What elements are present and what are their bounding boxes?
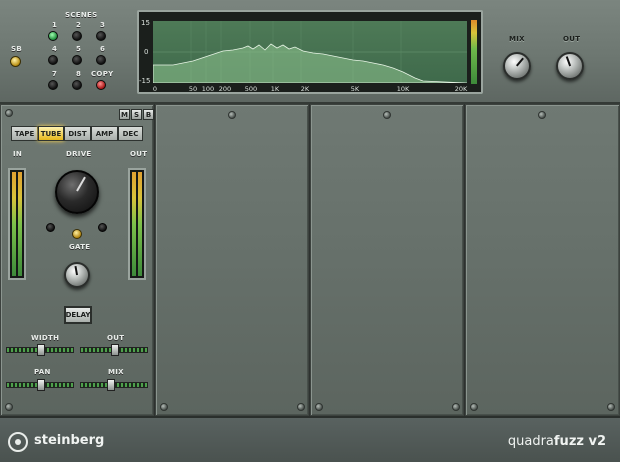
spectrum-x-label: 50 bbox=[188, 85, 198, 93]
pan-slider[interactable] bbox=[6, 379, 74, 391]
mode-tube-button[interactable]: TUBE bbox=[38, 126, 64, 141]
scene-number-5: 5 bbox=[76, 45, 82, 53]
mode-dist-button[interactable]: DIST bbox=[64, 126, 91, 141]
gate-led[interactable] bbox=[72, 229, 82, 239]
mode-m-button[interactable]: M bbox=[119, 109, 130, 120]
spectrum-curve bbox=[153, 21, 467, 83]
spectrum-x-label: 100 bbox=[201, 85, 215, 93]
master-mix-label: MIX bbox=[509, 35, 525, 43]
product-name-part-b: fuzz bbox=[553, 434, 584, 449]
copy-button[interactable] bbox=[96, 80, 106, 90]
top-panel: SCENES SB 1 2 3 4 5 6 7 8 COPY 15 0 -15 bbox=[0, 0, 620, 104]
out-label: OUT bbox=[130, 150, 148, 158]
spectrum-x-label: 2K bbox=[300, 85, 310, 93]
width-label: WIDTH bbox=[31, 334, 60, 342]
drive-side-button-right[interactable] bbox=[98, 223, 107, 232]
steinberg-logo-icon bbox=[8, 432, 28, 452]
scene-number-3: 3 bbox=[100, 21, 106, 29]
mode-s-button[interactable]: S bbox=[131, 109, 142, 120]
spectrum-y-label-top: 15 bbox=[141, 19, 150, 27]
width-slider-thumb[interactable] bbox=[37, 344, 45, 356]
delay-mix-slider[interactable] bbox=[80, 379, 148, 391]
scene-number-2: 2 bbox=[76, 21, 82, 29]
scenes-label: SCENES bbox=[65, 11, 98, 19]
scene-button-7[interactable] bbox=[48, 80, 58, 90]
output-meter bbox=[128, 168, 146, 280]
spectrum-output-meter bbox=[471, 20, 477, 84]
scene-button-5[interactable] bbox=[72, 55, 82, 65]
spectrum-screen bbox=[153, 21, 467, 83]
master-mix-knob[interactable] bbox=[503, 52, 531, 80]
spectrum-x-label: 10K bbox=[396, 85, 410, 93]
spectrum-x-label: 1K bbox=[270, 85, 280, 93]
sb-label: SB bbox=[11, 45, 22, 53]
scene-button-2[interactable] bbox=[72, 31, 82, 41]
screw bbox=[160, 403, 168, 411]
drive-side-button-left[interactable] bbox=[46, 223, 55, 232]
screw bbox=[5, 109, 13, 117]
delay-mix-slider-thumb[interactable] bbox=[107, 379, 115, 391]
gate-label: GATE bbox=[69, 243, 91, 251]
scene-number-1: 1 bbox=[52, 21, 58, 29]
delay-out-label: OUT bbox=[107, 334, 125, 342]
scene-number-8: 8 bbox=[76, 70, 82, 78]
width-slider[interactable] bbox=[6, 344, 74, 356]
module-2-empty bbox=[155, 104, 309, 416]
spectrum-x-label: 200 bbox=[218, 85, 232, 93]
screw bbox=[228, 111, 236, 119]
scene-button-8[interactable] bbox=[72, 80, 82, 90]
scene-button-4[interactable] bbox=[48, 55, 58, 65]
spectrum-y-label-bottom: -15 bbox=[139, 77, 151, 85]
mode-amp-button[interactable]: AMP bbox=[91, 126, 118, 141]
gate-knob[interactable] bbox=[64, 262, 90, 288]
scene-button-3[interactable] bbox=[96, 31, 106, 41]
scene-button-6[interactable] bbox=[96, 55, 106, 65]
delay-out-slider[interactable] bbox=[80, 344, 148, 356]
sb-button[interactable] bbox=[10, 56, 21, 67]
scene-number-4: 4 bbox=[52, 45, 58, 53]
product-version: v2 bbox=[583, 434, 606, 449]
module-3-empty bbox=[310, 104, 464, 416]
screw bbox=[383, 111, 391, 119]
in-label: IN bbox=[13, 150, 23, 158]
scene-number-7: 7 bbox=[52, 70, 58, 78]
drive-knob[interactable] bbox=[55, 170, 99, 214]
scene-button-1[interactable] bbox=[48, 31, 58, 41]
screw bbox=[5, 403, 13, 411]
screw bbox=[452, 403, 460, 411]
master-out-knob[interactable] bbox=[556, 52, 584, 80]
spectrum-y-label-mid: 0 bbox=[144, 48, 149, 56]
spectrum-display: 15 0 -15 0 50 100 200 500 1K 2K 5K 10K 2… bbox=[137, 10, 483, 94]
mode-tape-button[interactable]: TAPE bbox=[11, 126, 38, 141]
mode-dec-button[interactable]: DEC bbox=[118, 126, 143, 141]
delay-mix-label: MIX bbox=[108, 368, 124, 376]
pan-label: PAN bbox=[34, 368, 51, 376]
screw bbox=[607, 403, 615, 411]
module-4-empty bbox=[465, 104, 620, 416]
spectrum-x-label: 0 bbox=[152, 85, 158, 93]
scene-number-6: 6 bbox=[100, 45, 106, 53]
product-name-part-a: quadra bbox=[507, 434, 554, 449]
master-out-label: OUT bbox=[563, 35, 581, 43]
footer-bar: steinberg quadrafuzz v2 bbox=[0, 416, 620, 462]
copy-label: COPY bbox=[91, 70, 114, 78]
delay-out-slider-thumb[interactable] bbox=[111, 344, 119, 356]
screw bbox=[297, 403, 305, 411]
pan-slider-thumb[interactable] bbox=[37, 379, 45, 391]
spectrum-x-label: 20K bbox=[454, 85, 468, 93]
spectrum-x-label: 500 bbox=[244, 85, 258, 93]
spectrum-x-label: 5K bbox=[350, 85, 360, 93]
screw bbox=[538, 111, 546, 119]
drive-label: DRIVE bbox=[66, 150, 92, 158]
screw bbox=[315, 403, 323, 411]
brand-name: steinberg bbox=[34, 433, 105, 448]
input-meter bbox=[8, 168, 26, 280]
delay-button[interactable]: DELAY bbox=[64, 306, 92, 324]
mode-b-button[interactable]: B bbox=[143, 109, 154, 120]
screw bbox=[470, 403, 478, 411]
product-name: quadrafuzz v2 bbox=[508, 434, 606, 449]
